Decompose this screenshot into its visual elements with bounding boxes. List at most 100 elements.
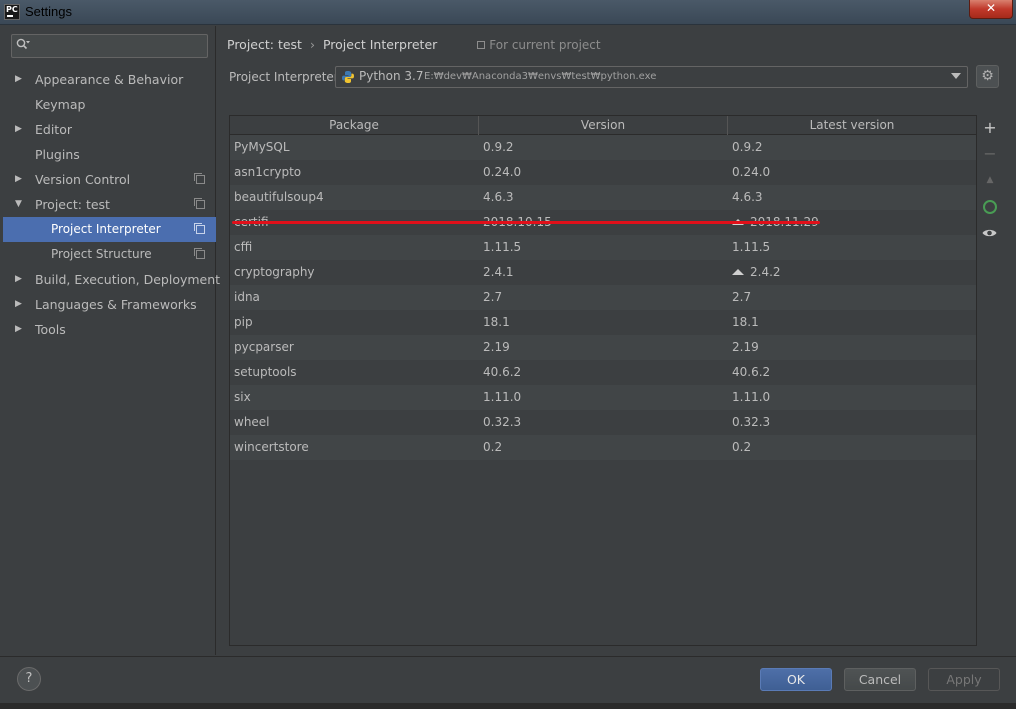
- package-cell: wheel: [234, 410, 270, 435]
- sidebar-item-label: Version Control: [35, 172, 131, 187]
- ok-button[interactable]: OK: [760, 668, 832, 691]
- sidebar-item-editor[interactable]: ▶ Editor: [3, 117, 216, 142]
- window-title: Settings: [25, 4, 72, 19]
- sidebar-item-appearance-behavior[interactable]: ▶ Appearance & Behavior: [3, 67, 216, 92]
- table-row[interactable]: setuptools 40.6.2 40.6.2: [230, 360, 976, 385]
- version-cell: 0.9.2: [483, 135, 514, 160]
- window-bottom-edge: [0, 703, 1016, 709]
- latest-version-cell: 18.1: [732, 310, 759, 335]
- sidebar-item-label: Languages & Frameworks: [35, 297, 197, 312]
- sidebar-item-label: Project: test: [35, 197, 110, 212]
- version-cell-text: 0.2: [483, 440, 503, 454]
- version-cell: 0.24.0: [483, 160, 521, 185]
- package-cell-text: asn1crypto: [234, 165, 302, 179]
- version-cell: 1.11.0: [483, 385, 521, 410]
- latest-version-cell-text: 2.19: [732, 340, 759, 354]
- package-cell-text: PyMySQL: [234, 140, 290, 154]
- settings-search-input[interactable]: [40, 37, 200, 55]
- project-level-icon: [194, 173, 205, 184]
- expand-arrow-right-icon[interactable]: ▶: [15, 317, 22, 342]
- table-row[interactable]: PyMySQL 0.9.2 0.9.2: [230, 135, 976, 160]
- table-row[interactable]: cryptography 2.4.1 2.4.2: [230, 260, 976, 285]
- sidebar-item-label: Appearance & Behavior: [35, 72, 184, 87]
- latest-version-cell: 4.6.3: [732, 185, 763, 210]
- expand-arrow-right-icon[interactable]: ▶: [15, 117, 22, 142]
- table-row[interactable]: pip 18.1 18.1: [230, 310, 976, 335]
- package-cell: PyMySQL: [234, 135, 290, 160]
- version-cell: 2.19: [483, 335, 510, 360]
- package-table: Package Version Latest version PyMySQL 0.…: [229, 115, 977, 646]
- interpreter-settings-gear-icon[interactable]: ⚙: [976, 65, 999, 88]
- app-icon-text: PC: [6, 5, 18, 14]
- add-package-button[interactable]: +: [981, 119, 999, 137]
- interpreter-dropdown[interactable]: Python 3.7 E:₩dev₩Anaconda3₩envs₩test₩py…: [335, 66, 968, 88]
- sidebar-item-languages-frameworks[interactable]: ▶ Languages & Frameworks: [3, 292, 216, 317]
- table-body: PyMySQL 0.9.2 0.9.2 asn1crypto 0.24.0 0.24.0 b…: [230, 135, 976, 460]
- version-cell-text: 1.11.0: [483, 390, 522, 404]
- latest-version-cell: 0.32.3: [732, 410, 770, 435]
- package-cell: setuptools: [234, 360, 297, 385]
- column-header-version[interactable]: Version: [479, 116, 728, 135]
- apply-button[interactable]: Apply: [928, 668, 1000, 691]
- version-cell-text: 0.32.3: [483, 415, 522, 429]
- project-scope-icon: [477, 41, 486, 49]
- interpreter-path: E:₩dev₩Anaconda3₩envs₩test₩python.exe: [424, 71, 657, 82]
- expand-arrow-right-icon[interactable]: ▶: [15, 167, 22, 192]
- sidebar-item-project-interpreter[interactable]: Project Interpreter: [3, 217, 216, 242]
- version-cell-text: 2.19: [483, 340, 510, 354]
- sidebar-item-project-test[interactable]: ▼ Project: test: [3, 192, 216, 217]
- table-row[interactable]: wheel 0.32.3 0.32.3: [230, 410, 976, 435]
- latest-version-cell-text: 0.9.2: [732, 140, 763, 154]
- table-row[interactable]: wincertstore 0.2 0.2: [230, 435, 976, 460]
- expand-arrow-right-icon[interactable]: ▶: [15, 67, 22, 92]
- expand-arrow-right-icon[interactable]: ▶: [15, 267, 22, 292]
- sidebar-item-project-structure[interactable]: Project Structure: [3, 242, 216, 267]
- upgrade-package-button[interactable]: ▲: [981, 171, 999, 189]
- sidebar-item-label: Keymap: [35, 97, 86, 112]
- window-close-button[interactable]: ✕: [969, 0, 1013, 19]
- chevron-down-icon[interactable]: [951, 73, 961, 79]
- expand-arrow-down-icon[interactable]: ▼: [15, 192, 22, 217]
- package-cell-text: cffi: [234, 240, 253, 254]
- sidebar-item-plugins[interactable]: Plugins: [3, 142, 216, 167]
- settings-search-box[interactable]: [11, 34, 208, 58]
- latest-version-cell: 40.6.2: [732, 360, 770, 385]
- remove-package-button[interactable]: −: [981, 145, 999, 163]
- column-header-latest-version[interactable]: Latest version: [728, 116, 976, 135]
- version-cell: 2.4.1: [483, 260, 514, 285]
- column-header-package[interactable]: Package: [230, 116, 479, 135]
- breadcrumb-separator: ›: [309, 37, 315, 52]
- sidebar-item-label: Project Structure: [51, 247, 152, 261]
- sidebar-item-tools[interactable]: ▶ Tools: [3, 317, 216, 342]
- sidebar-item-build-execution-deployment[interactable]: ▶ Build, Execution, Deployment: [3, 267, 220, 292]
- table-row[interactable]: cffi 1.11.5 1.11.5: [230, 235, 976, 260]
- table-header: Package Version Latest version: [230, 116, 976, 135]
- upgrade-available-icon: [732, 269, 744, 275]
- scope-label: For current project: [489, 38, 601, 52]
- cancel-button[interactable]: Cancel: [844, 668, 916, 691]
- version-cell: 40.6.2: [483, 360, 521, 385]
- interpreter-name: Python 3.7: [359, 69, 424, 83]
- sidebar-item-version-control[interactable]: ▶ Version Control: [3, 167, 216, 192]
- table-row[interactable]: pycparser 2.19 2.19: [230, 335, 976, 360]
- red-annotation-underline: [232, 221, 820, 224]
- table-row[interactable]: asn1crypto 0.24.0 0.24.0: [230, 160, 976, 185]
- sidebar-item-keymap[interactable]: Keymap: [3, 92, 216, 117]
- help-button[interactable]: ?: [17, 667, 41, 691]
- window-titlebar: PC Settings ✕: [0, 0, 1016, 25]
- eye-icon[interactable]: [982, 228, 997, 238]
- latest-version-cell-text: 2.4.2: [750, 265, 781, 279]
- latest-version-cell: 2.7: [732, 285, 751, 310]
- expand-arrow-right-icon[interactable]: ▶: [15, 292, 22, 317]
- table-row[interactable]: beautifulsoup4 4.6.3 4.6.3: [230, 185, 976, 210]
- version-cell: 18.1: [483, 310, 510, 335]
- package-cell: cffi: [234, 235, 252, 260]
- use-conda-refresh-icon[interactable]: [983, 200, 997, 214]
- package-cell: asn1crypto: [234, 160, 301, 185]
- table-row[interactable]: six 1.11.0 1.11.0: [230, 385, 976, 410]
- latest-version-cell-text: 4.6.3: [732, 190, 763, 204]
- breadcrumb-project[interactable]: Project: test: [227, 37, 302, 52]
- package-cell-text: wincertstore: [234, 440, 309, 454]
- table-row[interactable]: idna 2.7 2.7: [230, 285, 976, 310]
- package-cell: idna: [234, 285, 260, 310]
